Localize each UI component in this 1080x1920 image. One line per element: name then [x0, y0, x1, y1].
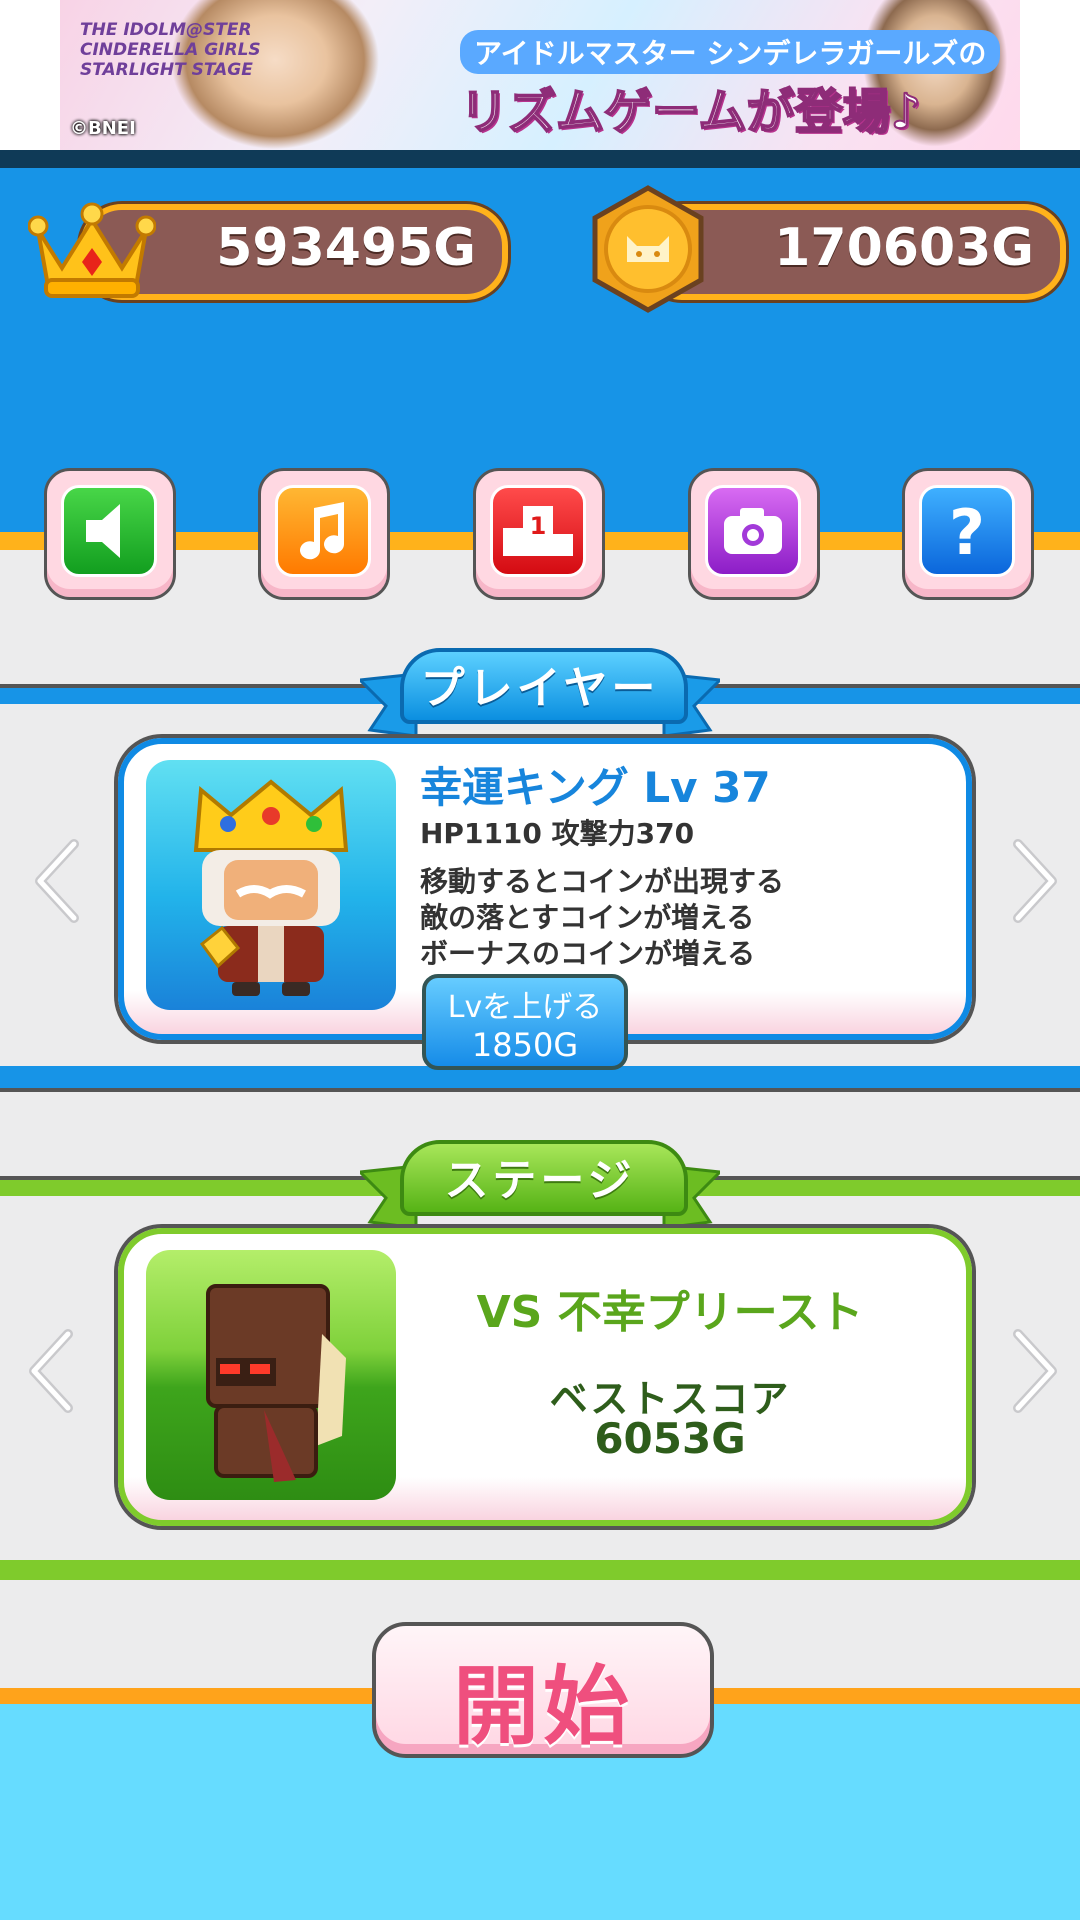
player-section-title: プレイヤー — [420, 663, 660, 714]
player-section-ribbon: プレイヤー — [360, 636, 720, 746]
ad-image[interactable]: THE IDOLM@STER CINDERELLA GIRLS STARLIGH… — [60, 0, 1020, 150]
music-note-icon — [275, 485, 371, 577]
ad-copyright: ©BNEI — [70, 118, 136, 139]
sound-button[interactable] — [44, 468, 176, 600]
ad-divider — [0, 150, 1080, 168]
camera-icon — [705, 485, 801, 577]
chevron-left-icon — [29, 1329, 73, 1413]
chevron-right-icon — [1013, 1329, 1057, 1413]
player-trait: ボーナスのコインが増える — [420, 937, 756, 970]
stage-section-ribbon: ステージ — [360, 1128, 720, 1238]
start-button[interactable]: 開始 — [372, 1622, 714, 1758]
stage-section-title: ステージ — [444, 1155, 636, 1206]
ad-banner[interactable]: THE IDOLM@STER CINDERELLA GIRLS STARLIGH… — [0, 0, 1080, 150]
crown-currency-amount: 593495G — [216, 218, 476, 278]
level-up-button[interactable]: Lvを上げる 1850G — [422, 974, 628, 1070]
svg-text:?: ? — [949, 496, 985, 569]
stage-opponent-name: VS 不幸プリースト — [476, 1287, 864, 1338]
stage-next-arrow[interactable] — [1006, 1326, 1066, 1416]
ad-logo: THE IDOLM@STER CINDERELLA GIRLS STARLIGH… — [80, 20, 261, 80]
cat-coin-icon — [583, 184, 713, 314]
help-button[interactable]: ? — [902, 468, 1034, 600]
ad-headline-2: リズムゲームが登場♪ — [459, 83, 922, 141]
ranking-button[interactable]: 1 — [473, 468, 605, 600]
player-next-arrow[interactable] — [1006, 836, 1066, 926]
ranking-podium-icon: 1 — [490, 485, 586, 577]
chevron-left-icon — [35, 839, 79, 923]
ad-headline-1: アイドルマスター シンデレラガールズの — [460, 30, 1001, 74]
player-trait: 敵の落とすコインが増える — [420, 901, 755, 934]
music-button[interactable] — [258, 468, 390, 600]
question-icon: ? — [919, 485, 1015, 577]
crown-icon — [27, 196, 157, 300]
player-name-level: 幸運キング Lv 37 — [420, 763, 771, 812]
player-trait: 移動するとコインが出現する — [420, 865, 785, 898]
level-up-cost: 1850G — [471, 1026, 579, 1064]
chevron-right-icon — [1013, 839, 1057, 923]
stage-prev-arrow[interactable] — [20, 1326, 80, 1416]
best-score-value: 6053G — [594, 1414, 746, 1463]
svg-text:1: 1 — [530, 512, 547, 540]
stage-enemy-portrait[interactable] — [146, 1250, 396, 1500]
player-prev-arrow[interactable] — [26, 836, 86, 926]
level-up-label: Lvを上げる — [447, 990, 603, 1025]
coin-currency-amount: 170603G — [774, 218, 1034, 278]
player-stats: HP1110 攻撃力370 — [420, 817, 695, 850]
start-button-label: 開始 — [453, 1657, 633, 1757]
player-character-portrait[interactable] — [146, 760, 396, 1010]
camera-button[interactable] — [688, 468, 820, 600]
speaker-icon — [61, 485, 157, 577]
